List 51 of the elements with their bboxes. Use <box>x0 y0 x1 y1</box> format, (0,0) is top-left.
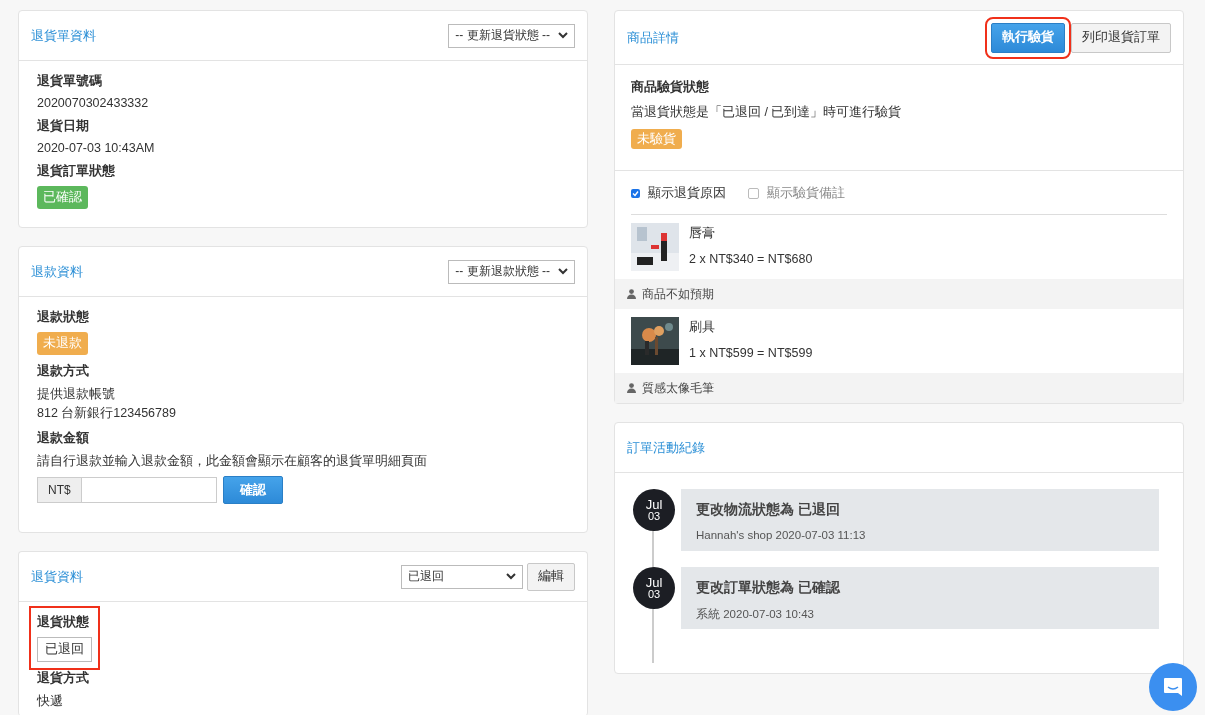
field-note: 請自行退款並輸入退款金額，此金額會顯示在顧客的退貨單明細頁面 <box>37 453 427 470</box>
product-price: 2 x NT$340 = NT$680 <box>689 252 813 266</box>
check-icon <box>632 190 639 197</box>
option-checkbox[interactable]: 顯示驗貨備註 <box>748 185 845 202</box>
edit-button[interactable]: 編輯 <box>527 562 575 591</box>
field-label: 商品驗貨狀態 <box>631 79 710 96</box>
status-tag: 已退回 <box>37 637 92 662</box>
field-note: 當退貨狀態是「已退回 / 已到達」時可進行驗貨 <box>631 104 903 121</box>
amount-field[interactable]: NT$ <box>37 477 217 503</box>
field-label: 退款金額 <box>37 430 89 447</box>
product-name: 刷具 <box>689 319 716 336</box>
status-dropdown[interactable]: -- 更新退貨狀態 -- <box>448 23 575 48</box>
product-price: 1 x NT$599 = NT$599 <box>689 346 813 360</box>
field-value: 2020070302433332 <box>37 96 149 110</box>
field-label: 退款狀態 <box>37 309 89 326</box>
date-circle: Jul 03 <box>633 489 675 531</box>
user-icon <box>627 289 636 299</box>
chevron-down-icon <box>506 573 516 580</box>
activity-entry: 更改訂單狀態為 已確認 系統 2020-07-03 10:43 <box>681 567 1159 629</box>
field-label: 退款方式 <box>37 363 89 380</box>
option-checkbox[interactable]: 顯示退貨原因 <box>631 185 726 202</box>
field-label: 退貨訂單狀態 <box>37 163 115 180</box>
chevron-down-icon <box>558 32 568 39</box>
field-value: 812 台新銀行123456789 <box>37 405 176 422</box>
return-reason: 質感太像毛筆 <box>615 373 1183 403</box>
card-title: 退款資料 <box>31 262 83 281</box>
return-reason: 商品不如預期 <box>615 279 1183 309</box>
date-circle: Jul 03 <box>633 567 675 609</box>
card-title: 商品詳情 <box>627 28 679 47</box>
activity-entry: 更改物流狀態為 已退回 Hannah's shop 2020-07-03 11:13 <box>681 489 1159 551</box>
field-label: 退貨狀態 <box>37 614 89 631</box>
status-dropdown[interactable]: -- 更新退款狀態 -- <box>448 259 575 284</box>
field-value: 提供退款帳號 <box>37 386 116 403</box>
user-icon <box>627 383 636 393</box>
product-name: 唇膏 <box>689 225 716 242</box>
status-badge: 未驗貨 <box>631 129 682 149</box>
card-title: 訂單活動紀錄 <box>627 438 705 457</box>
status-badge: 未退款 <box>37 332 88 355</box>
field-label: 退貨方式 <box>37 670 89 687</box>
field-label: 退貨單號碼 <box>37 73 102 90</box>
field-label: 退貨日期 <box>37 118 89 135</box>
card-title: 退貨單資料 <box>31 26 96 45</box>
chat-button[interactable] <box>1149 663 1197 711</box>
status-badge: 已確認 <box>37 186 88 209</box>
chevron-down-icon <box>558 268 568 275</box>
print-button[interactable]: 列印退貨訂單 <box>1071 22 1171 53</box>
status-dropdown[interactable]: 已退回 <box>401 564 523 589</box>
field-value: 2020-07-03 10:43AM <box>37 141 155 155</box>
field-value: 快遞 <box>37 693 63 710</box>
card-title: 退貨資料 <box>31 567 83 586</box>
chat-icon <box>1162 676 1184 698</box>
